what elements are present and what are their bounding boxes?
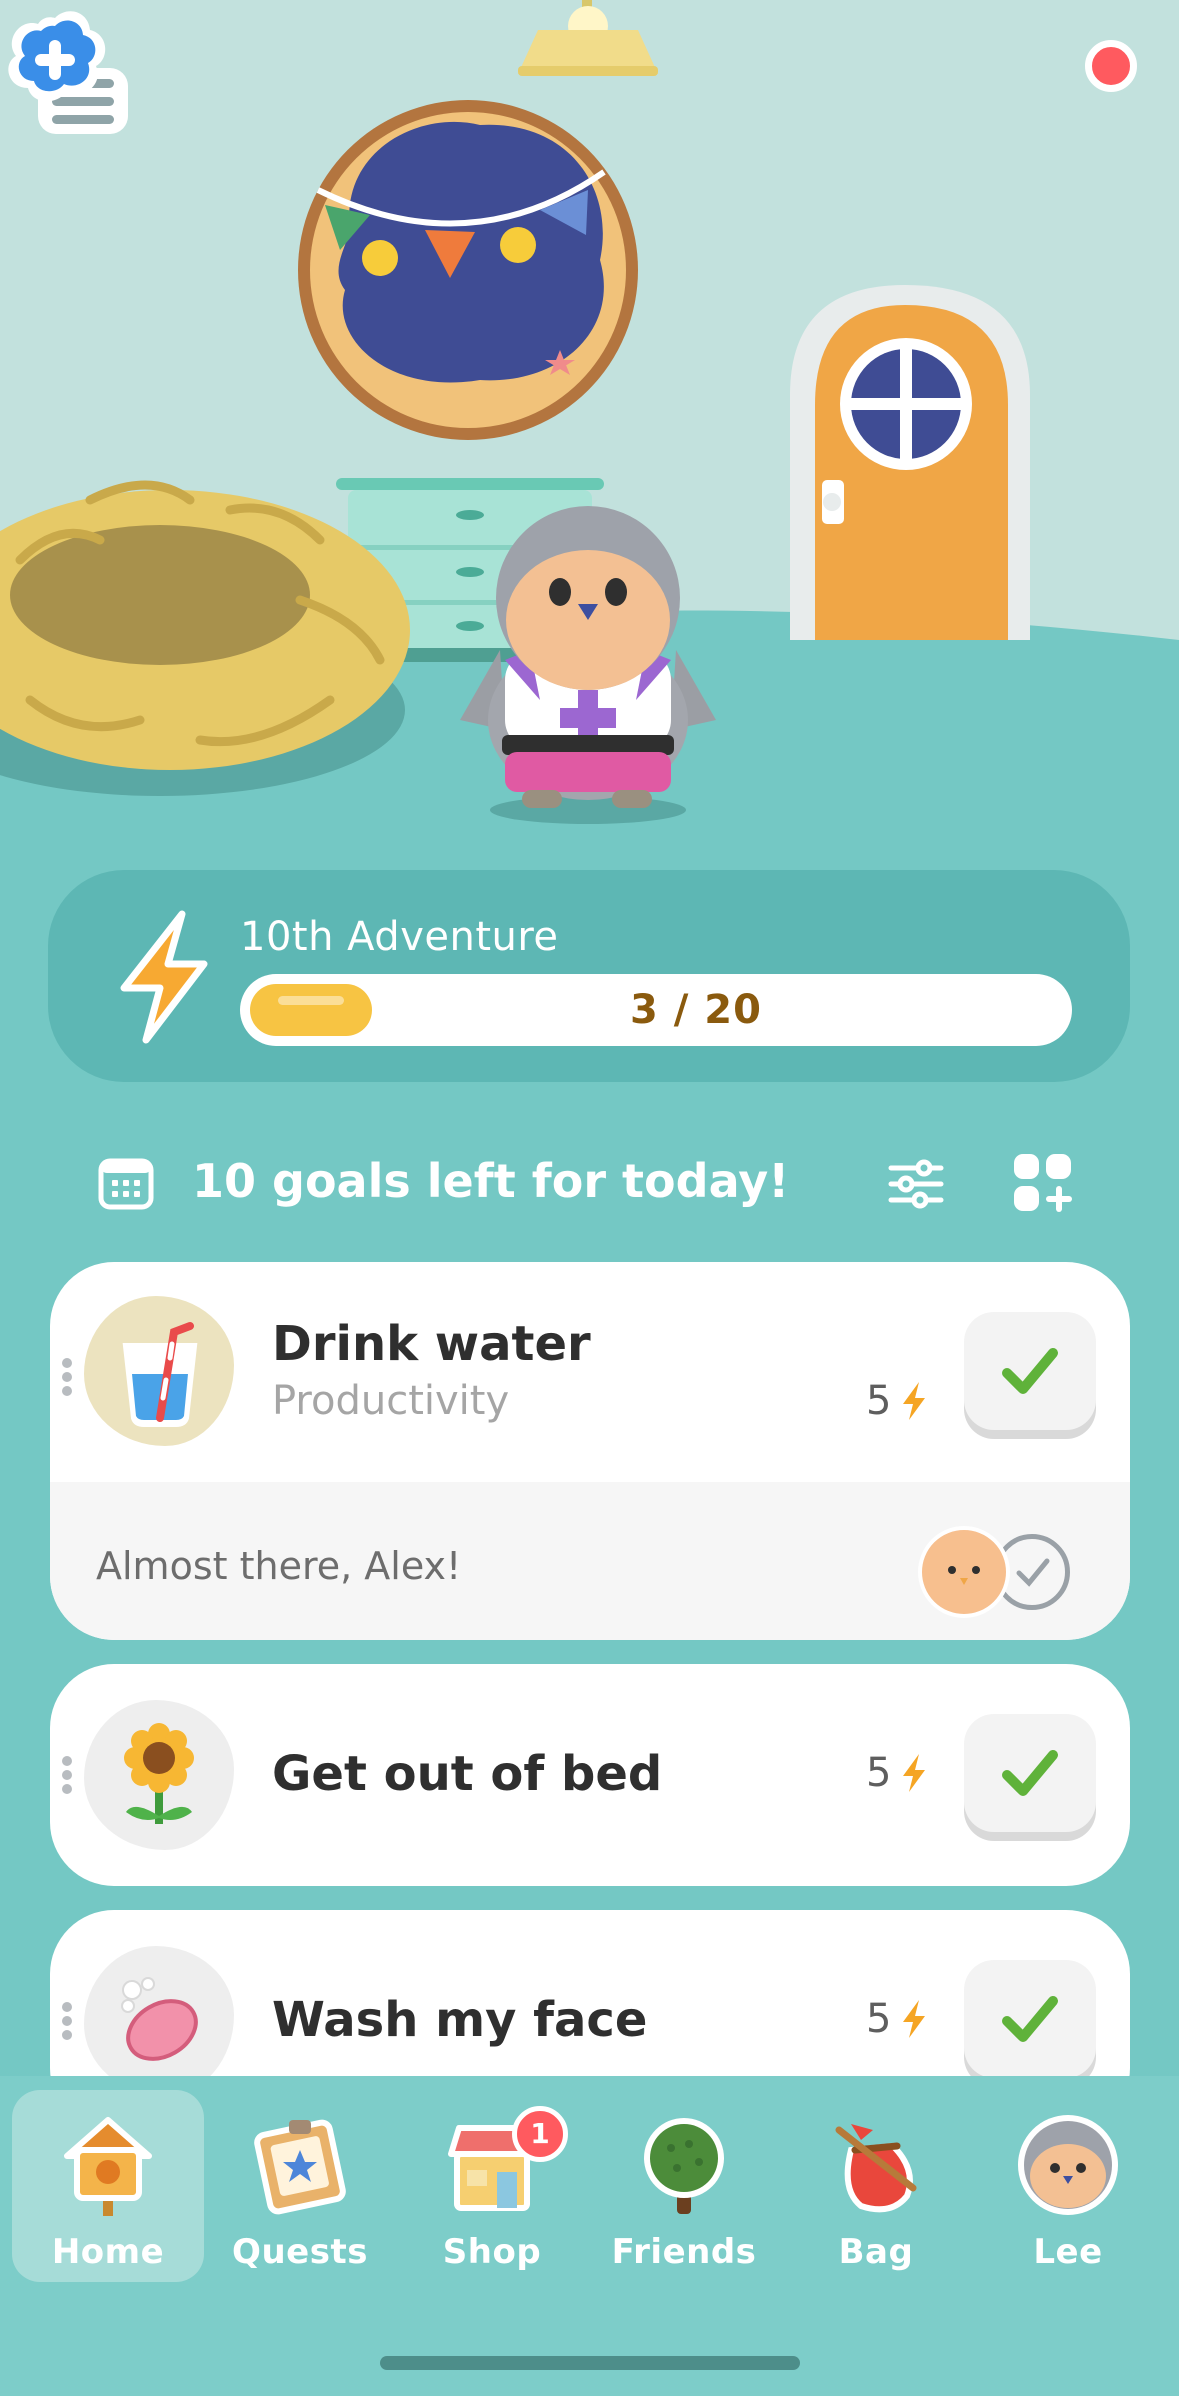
goal-energy: 5 [866,1750,929,1796]
add-widget-grid-icon[interactable] [1012,1152,1074,1214]
friend-avatar[interactable] [918,1526,1010,1618]
goal-card[interactable]: Drink water Productivity 5 Almost there,… [50,1262,1130,1640]
door [790,285,1030,640]
energy-bolt-icon [120,910,208,1044]
water-glass-icon [122,1322,198,1427]
add-friend-plus-icon [8,11,106,102]
energy-bolt-icon [903,1382,926,1420]
drag-handle[interactable] [62,2002,74,2040]
goal-card[interactable]: Get out of bed 5 [50,1664,1130,1886]
nav-home[interactable]: Home [12,2090,204,2282]
filter-sliders-icon[interactable] [886,1158,946,1210]
goal-energy-value: 5 [866,1996,892,2042]
nav-bag[interactable]: Bag [780,2090,972,2282]
checkmark-icon [1016,1558,1050,1587]
bottom-navigation: Home Quests 1 Shop Friends Bag Lee [0,2076,1179,2396]
drag-handle[interactable] [62,1756,74,1794]
nav-label: Shop [442,2232,542,2272]
nav-label: Lee [1033,2232,1103,2272]
soap-icon [121,1977,198,2061]
bird-avatar-icon [1018,2115,1118,2215]
tree-icon [644,2118,724,2214]
energy-bolt-icon [903,2000,926,2038]
complete-goal-button[interactable] [964,1714,1096,1832]
checkmark-icon [1002,1348,1058,1394]
nav-label: Home [51,2232,165,2272]
energy-bolt-icon [903,1754,926,1792]
nav-shop[interactable]: 1 Shop [396,2090,588,2282]
nav-quests[interactable]: Quests [204,2090,396,2282]
birdhouse-icon [64,2117,152,2216]
goal-energy: 5 [866,1378,929,1424]
goal-name: Drink water [272,1316,591,1372]
goal-energy-value: 5 [866,1378,892,1424]
checkmark-icon [1002,1996,1058,2042]
nav-friends[interactable]: Friends [588,2090,780,2282]
bird-face-icon [948,1566,980,1585]
nav-label: Quests [232,2232,368,2272]
goal-name: Wash my face [272,1992,648,2048]
goals-left-text: 10 goals left for today! [192,1154,790,1208]
checkmark-icon [1002,1750,1058,1796]
complete-goal-button[interactable] [964,1960,1096,2078]
round-window [298,100,638,440]
adventure-progress-text: 3 / 20 [630,987,762,1033]
sunflower-icon [124,1723,194,1824]
room-illustration [0,0,1179,880]
quest-board-icon [254,2119,346,2215]
notification-dot [1085,40,1137,92]
goal-name: Get out of bed [272,1746,663,1802]
nav-label: Bag [838,2232,914,2272]
complete-goal-button[interactable] [964,1312,1096,1430]
adventure-title: 10th Adventure [240,914,559,960]
goal-energy-value: 5 [866,1750,892,1796]
nav-label: Friends [611,2232,757,2272]
friend-comment-text: Almost there, Alex! [96,1544,462,1588]
friend-comment-row[interactable]: Almost there, Alex! [50,1482,1130,1640]
drag-handle[interactable] [62,1358,74,1396]
goal-category: Productivity [272,1378,510,1424]
shop-badge: 1 [512,2106,568,2162]
room-scene [0,0,1179,880]
calendar-icon[interactable] [98,1158,154,1210]
bag-icon [835,2124,917,2213]
nav-profile[interactable]: Lee [972,2090,1164,2282]
goal-energy: 5 [866,1996,929,2042]
add-friend-button[interactable] [0,0,110,110]
home-indicator [380,2356,800,2370]
